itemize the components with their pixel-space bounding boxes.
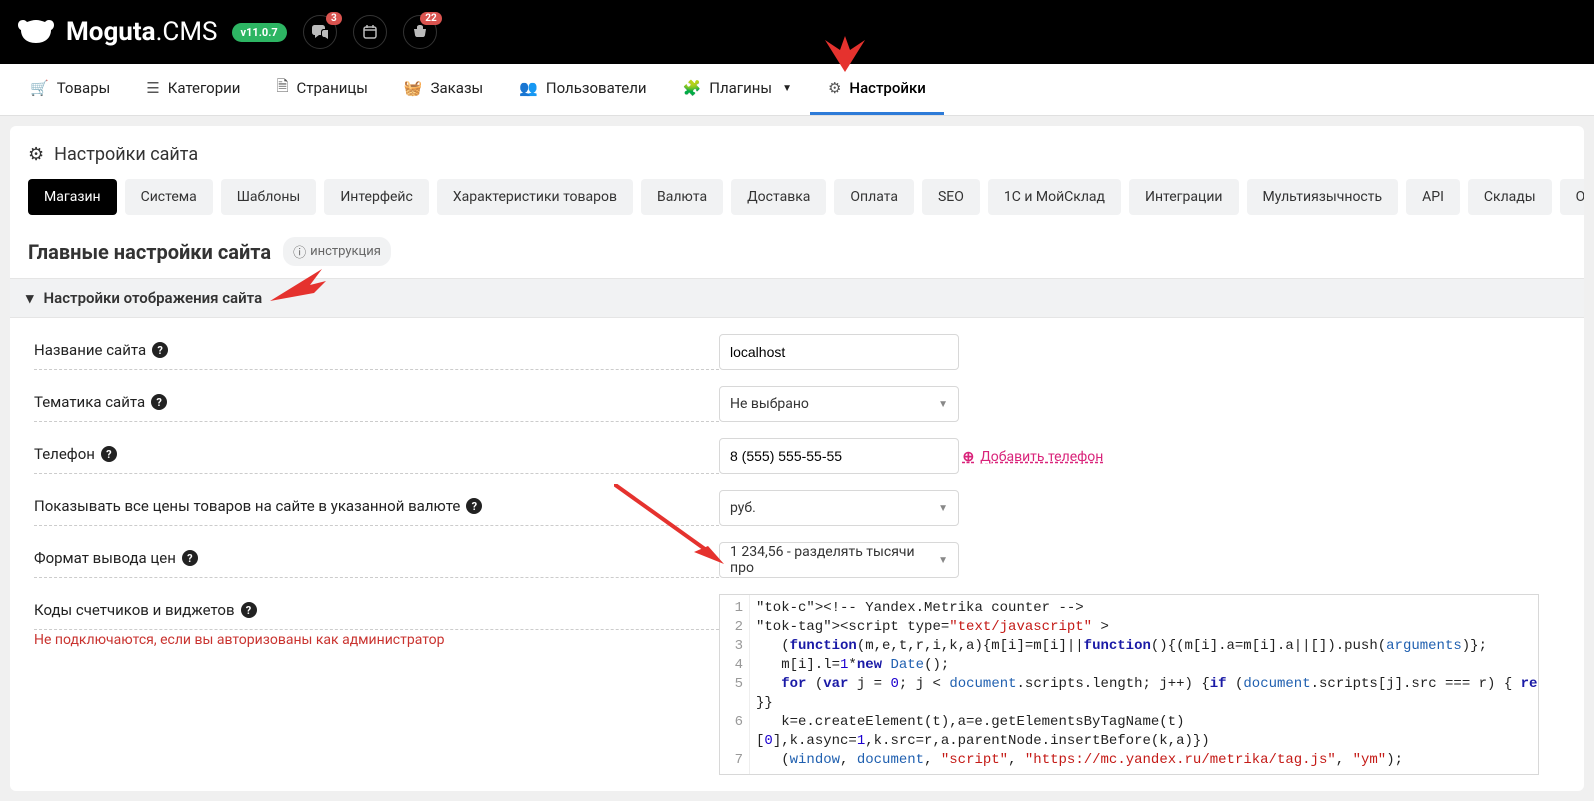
row-phone: Телефон? ⊕Добавить телефон: [34, 430, 1560, 482]
nav-label: Плагины: [709, 79, 772, 97]
currency-select[interactable]: руб. ▼: [719, 490, 959, 526]
badge: 3: [326, 12, 342, 25]
nav-label: Пользователи: [546, 79, 647, 97]
nav-label: Страницы: [297, 79, 368, 97]
section-heading: Главные настройки сайта: [28, 240, 271, 264]
brand[interactable]: Moguta.CMS v11.0.7: [16, 16, 287, 48]
page-icon: 🗎: [276, 76, 288, 101]
tab-multilang[interactable]: Мультиязычность: [1247, 179, 1399, 215]
section-title: Главные настройки сайта ⓘ инструкция: [10, 221, 1584, 278]
help-icon[interactable]: ?: [151, 394, 167, 410]
caret-down-icon: ▼: [782, 83, 792, 94]
caret-down-icon: ▼: [938, 555, 948, 566]
nav-label: Товары: [57, 79, 111, 97]
gear-icon: ⚙: [828, 79, 841, 97]
tab-seo[interactable]: SEO: [922, 179, 980, 215]
tab-interface[interactable]: Интерфейс: [324, 179, 429, 215]
help-icon[interactable]: ?: [101, 446, 117, 462]
puzzle-icon: 🧩: [683, 79, 702, 97]
select-value: 1 234,56 - разделять тысячи про: [730, 544, 938, 576]
cart-icon[interactable]: 22: [403, 15, 437, 49]
caret-down-icon: ▼: [938, 399, 948, 410]
label: Коды счетчиков и виджетов? Не подключают…: [34, 594, 719, 658]
site-theme-select[interactable]: Не выбрано ▼: [719, 386, 959, 422]
row-site-name: Название сайта?: [34, 326, 1560, 378]
bear-logo-icon: [16, 16, 56, 48]
gears-icon: ⚙: [28, 144, 44, 165]
site-name-input[interactable]: [719, 334, 959, 370]
row-counters: Коды счетчиков и виджетов? Не подключают…: [34, 586, 1560, 783]
instruction-label: инструкция: [310, 244, 381, 259]
calendar-icon[interactable]: [353, 15, 387, 49]
tab-delivery[interactable]: Доставка: [731, 179, 826, 215]
help-icon[interactable]: ?: [182, 550, 198, 566]
plus-icon: ⊕: [962, 449, 974, 465]
add-phone-link[interactable]: ⊕Добавить телефон: [962, 449, 1103, 465]
panel-title: Настройки сайта: [54, 144, 198, 165]
code-content[interactable]: "tok-c"><!-- Yandex.Metrika counter --> …: [750, 595, 1538, 774]
select-value: Не выбрано: [730, 396, 809, 412]
select-value: руб.: [730, 500, 756, 516]
caret-down-icon: ▼: [938, 503, 948, 514]
nav-users[interactable]: 👥 Пользователи: [501, 64, 664, 115]
label: Название сайта?: [34, 334, 719, 370]
annotation-arrow: [820, 36, 870, 72]
nav-pages[interactable]: 🗎 Страницы: [258, 64, 385, 115]
nav-products[interactable]: 🛒 Товары: [12, 64, 128, 115]
badge: 22: [420, 12, 441, 25]
top-bar: Moguta.CMS v11.0.7 3 22: [0, 0, 1594, 64]
instruction-button[interactable]: ⓘ инструкция: [283, 237, 391, 266]
gutter: 12345 6 7: [720, 595, 750, 774]
code-editor[interactable]: 12345 6 7 "tok-c"><!-- Yandex.Metrika co…: [719, 594, 1539, 775]
list-icon: ☰: [146, 79, 159, 97]
phone-input[interactable]: [719, 438, 959, 474]
users-icon: 👥: [519, 79, 538, 97]
nav-label: Заказы: [431, 79, 484, 97]
tab-store[interactable]: Магазин: [28, 179, 117, 215]
basket-icon: 🧺: [404, 79, 423, 97]
annotation-arrow: [614, 484, 724, 564]
tab-currency[interactable]: Валюта: [641, 179, 723, 215]
label: Тематика сайта?: [34, 386, 719, 422]
help-icon[interactable]: ?: [152, 342, 168, 358]
settings-panel: ⚙ Настройки сайта Магазин Система Шаблон…: [10, 126, 1584, 791]
help-icon[interactable]: ?: [466, 498, 482, 514]
version-badge: v11.0.7: [232, 23, 287, 42]
chat-icon[interactable]: 3: [303, 15, 337, 49]
row-currency: Показывать все цены товаров на сайте в у…: [34, 482, 1560, 534]
form-area: Название сайта? Тематика сайта? Не выбра…: [10, 318, 1584, 791]
label: Телефон?: [34, 438, 719, 474]
tab-1c[interactable]: 1С и МойСклад: [988, 179, 1121, 215]
main-nav: 🛒 Товары ☰ Категории 🗎 Страницы 🧺 Заказы 👥 По…: [0, 64, 1594, 116]
row-site-theme: Тематика сайта? Не выбрано ▼: [34, 378, 1560, 430]
tab-integrations[interactable]: Интеграции: [1129, 179, 1239, 215]
tab-api[interactable]: API: [1406, 179, 1460, 215]
tab-templates[interactable]: Шаблоны: [221, 179, 317, 215]
help-icon[interactable]: ?: [241, 602, 257, 618]
price-format-select[interactable]: 1 234,56 - разделять тысячи про▼: [719, 542, 959, 578]
annotation-arrow: [270, 269, 326, 301]
nav-label: Настройки: [849, 79, 925, 97]
tab-system[interactable]: Система: [125, 179, 213, 215]
info-icon: ⓘ: [293, 242, 306, 261]
panel-head: ⚙ Настройки сайта: [10, 144, 1584, 179]
tab-product-attrs[interactable]: Характеристики товаров: [437, 179, 633, 215]
cart-icon: 🛒: [30, 79, 49, 97]
tab-wholesale[interactable]: Оптовые цены: [1560, 179, 1584, 215]
tab-payment[interactable]: Оплата: [834, 179, 914, 215]
counters-warning: Не подключаются, если вы авторизованы ка…: [34, 632, 719, 648]
row-price-format: Формат вывода цен? 1 234,56 - разделять …: [34, 534, 1560, 586]
settings-tabs: Магазин Система Шаблоны Интерфейс Характ…: [10, 179, 1584, 221]
nav-orders[interactable]: 🧺 Заказы: [386, 64, 501, 115]
nav-categories[interactable]: ☰ Категории: [128, 64, 258, 115]
page-body: ⚙ Настройки сайта Магазин Система Шаблон…: [0, 116, 1594, 801]
accordion-label: Настройки отображения сайта: [44, 289, 263, 307]
tab-warehouses[interactable]: Склады: [1468, 179, 1552, 215]
brand-text: Moguta.CMS: [66, 17, 218, 47]
accordion-display-settings[interactable]: ▾ Настройки отображения сайта: [10, 278, 1584, 318]
chevron-down-icon: ▾: [26, 289, 34, 307]
nav-label: Категории: [168, 79, 241, 97]
nav-plugins[interactable]: 🧩 Плагины ▼: [665, 64, 810, 115]
